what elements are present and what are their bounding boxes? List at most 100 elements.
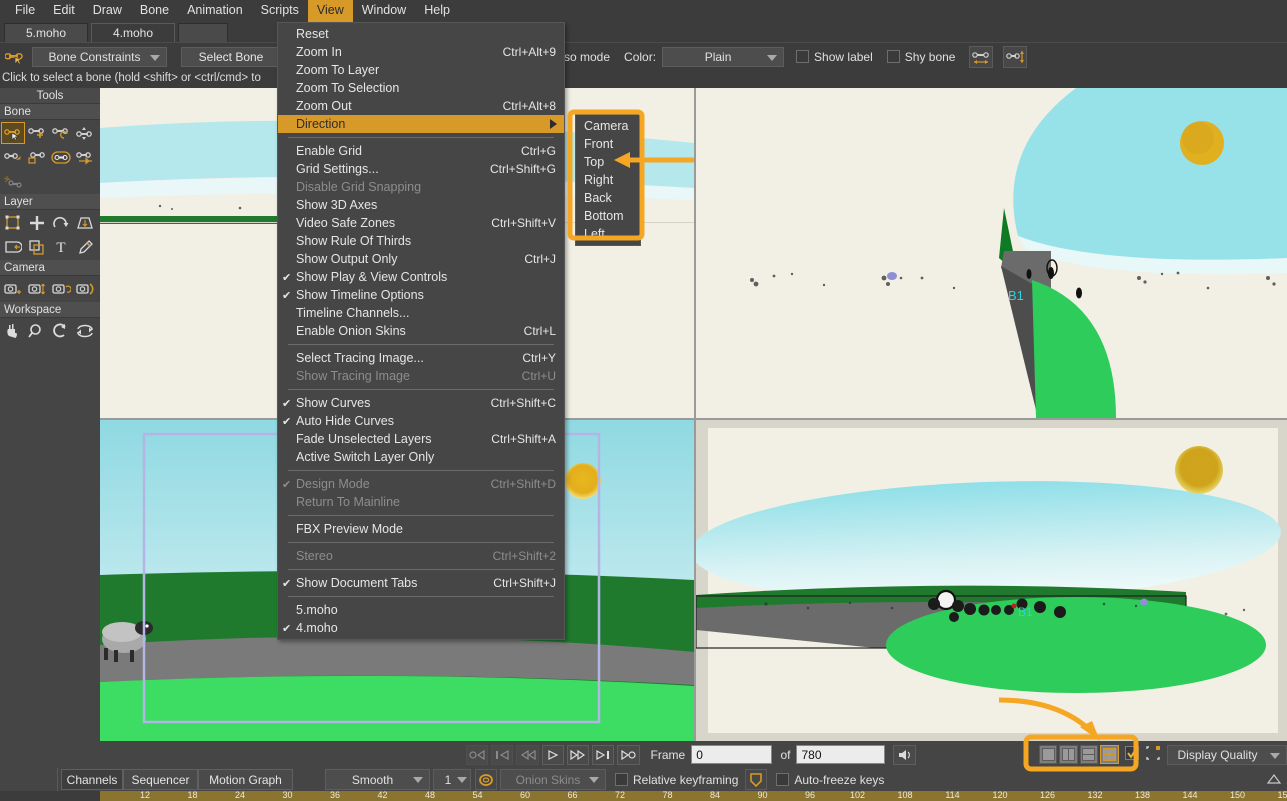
direction-submenu[interactable]: Camera Front Top Right Back Bottom Left xyxy=(575,114,641,246)
auto-freeze-keys-checkbox[interactable] xyxy=(776,773,790,786)
relative-keyframing-row[interactable]: Relative keyframing xyxy=(615,773,738,787)
direction-item-camera[interactable]: Camera xyxy=(576,117,640,135)
direction-item-right[interactable]: Right xyxy=(576,171,640,189)
step-back-button[interactable] xyxy=(516,744,539,765)
menu-item-zoom-to-layer[interactable]: Zoom To Layer xyxy=(278,61,564,79)
shy-bone-checkbox-row[interactable]: Shy bone xyxy=(886,50,955,64)
relative-keyframing-checkbox[interactable] xyxy=(615,773,628,786)
menu-item-show-curves[interactable]: ✔ Show Curves Ctrl+Shift+C xyxy=(278,394,564,412)
set-origin-icon[interactable] xyxy=(25,236,49,258)
camera-pan-tilt-icon[interactable] xyxy=(73,278,97,300)
menu-item-fbx-preview-mode[interactable]: FBX Preview Mode xyxy=(278,520,564,538)
pan-hand-icon[interactable] xyxy=(1,320,25,342)
menu-item-select-tracing-image[interactable]: Select Tracing Image... Ctrl+Y xyxy=(278,349,564,367)
bounding-box-icon[interactable] xyxy=(1145,745,1161,764)
menu-item-show-timeline-options[interactable]: ✔ Show Timeline Options xyxy=(278,286,564,304)
menu-edit[interactable]: Edit xyxy=(44,0,84,22)
manipulate-bones-icon[interactable] xyxy=(1,146,25,168)
menu-item-zoom-in[interactable]: Zoom In Ctrl+Alt+9 xyxy=(278,43,564,61)
menu-item-5-moho[interactable]: 5.moho xyxy=(278,601,564,619)
menu-window[interactable]: Window xyxy=(353,0,415,22)
bone-height-icon[interactable] xyxy=(1003,45,1028,68)
shear-layer-icon[interactable] xyxy=(73,212,97,234)
camera-zoom-icon[interactable] xyxy=(25,278,49,300)
menu-item-show-play-view-controls[interactable]: ✔ Show Play & View Controls xyxy=(278,268,564,286)
document-tab-4moho[interactable]: 4.moho xyxy=(91,23,175,42)
menu-item-show-3d-axes[interactable]: Show 3D Axes xyxy=(278,196,564,214)
flip-layer-icon[interactable] xyxy=(1,236,25,258)
transform-layer-icon[interactable] xyxy=(1,212,25,234)
menu-item-direction[interactable]: Direction xyxy=(278,115,564,133)
direction-item-front[interactable]: Front xyxy=(576,135,640,153)
interpolation-dropdown[interactable]: Smooth xyxy=(325,769,430,790)
bone-strength-icon[interactable] xyxy=(73,122,97,144)
menu-item-zoom-out[interactable]: Zoom Out Ctrl+Alt+8 xyxy=(278,97,564,115)
shy-bone-checkbox[interactable] xyxy=(886,50,900,63)
previous-keyframe-button[interactable] xyxy=(466,744,489,765)
menu-item-auto-hide-curves[interactable]: ✔ Auto Hide Curves xyxy=(278,412,564,430)
menu-item-show-rule-of-thirds[interactable]: Show Rule Of Thirds xyxy=(278,232,564,250)
menu-item-timeline-channels[interactable]: Timeline Channels... xyxy=(278,304,564,322)
show-label-checkbox[interactable] xyxy=(796,50,810,63)
layout-two-rows[interactable] xyxy=(1079,745,1099,764)
fast-forward-button[interactable] xyxy=(566,744,590,765)
text-tool-icon[interactable]: T xyxy=(49,236,73,258)
select-bone-button[interactable]: Select Bone xyxy=(181,46,281,67)
menu-item-zoom-to-selection[interactable]: Zoom To Selection xyxy=(278,79,564,97)
menu-item-4-moho[interactable]: ✔ 4.moho xyxy=(278,619,564,637)
layout-single-view[interactable] xyxy=(1039,745,1058,764)
display-quality-dropdown[interactable]: Display Quality xyxy=(1166,744,1287,765)
menu-item-reset[interactable]: Reset xyxy=(278,25,564,43)
orbit-workspace-icon[interactable] xyxy=(73,320,97,342)
menu-item-show-document-tabs[interactable]: ✔ Show Document Tabs Ctrl+Shift+J xyxy=(278,574,564,592)
menu-scripts[interactable]: Scripts xyxy=(252,0,308,22)
play-button[interactable] xyxy=(541,744,564,765)
triangle-up-icon[interactable] xyxy=(1266,773,1282,787)
shield-icon[interactable] xyxy=(745,769,768,790)
speaker-icon[interactable] xyxy=(893,744,916,765)
loop-button[interactable] xyxy=(617,744,640,765)
bone-color-dropdown[interactable]: Plain xyxy=(662,46,785,67)
bone-dynamics-icon[interactable] xyxy=(1,170,25,192)
menu-item-grid-settings[interactable]: Grid Settings... Ctrl+Shift+G xyxy=(278,160,564,178)
auto-freeze-keys-row[interactable]: Auto-freeze keys xyxy=(776,773,884,787)
bone-width-icon[interactable] xyxy=(969,45,994,68)
direction-item-back[interactable]: Back xyxy=(576,189,640,207)
zoom-magnifier-icon[interactable] xyxy=(25,320,49,342)
timeline-ruler[interactable]: 12 18 24 30 36 42 48 54 60 66 72 78 84 90 96 102 108 114 1… xyxy=(100,791,1287,801)
menu-help[interactable]: Help xyxy=(415,0,459,22)
move-layer-icon[interactable] xyxy=(25,212,49,234)
add-bone-icon[interactable] xyxy=(25,122,49,144)
tab-motion-graph[interactable]: Motion Graph xyxy=(198,769,293,790)
layout-two-columns[interactable] xyxy=(1059,745,1078,764)
view-menu-dropdown[interactable]: Reset Zoom In Ctrl+Alt+9 Zoom To Layer Zoom … xyxy=(277,22,565,640)
bone-constraints-dropdown[interactable]: Bone Constraints xyxy=(32,46,167,67)
view-toggle-checkbox[interactable] xyxy=(1124,746,1139,763)
menu-bone[interactable]: Bone xyxy=(131,0,178,22)
menu-view[interactable]: View xyxy=(307,0,353,22)
document-tab-5moho[interactable]: 5.moho xyxy=(4,23,88,42)
menu-item-enable-grid[interactable]: Enable Grid Ctrl+G xyxy=(278,142,564,160)
bind-layer-icon[interactable] xyxy=(25,146,49,168)
rewind-to-start-button[interactable] xyxy=(491,744,514,765)
reparent-bone-icon[interactable] xyxy=(49,122,73,144)
frame-input[interactable]: 0 xyxy=(691,745,773,764)
rotate-workspace-icon[interactable] xyxy=(49,320,73,342)
layout-quad-view[interactable] xyxy=(1100,745,1119,764)
select-bone-icon[interactable] xyxy=(1,122,25,144)
menu-animation[interactable]: Animation xyxy=(178,0,252,22)
direction-item-top[interactable]: Top xyxy=(576,153,640,171)
offset-bone-icon[interactable] xyxy=(73,146,97,168)
menu-item-fade-unselected-layers[interactable]: Fade Unselected Layers Ctrl+Shift+A xyxy=(278,430,564,448)
direction-item-bottom[interactable]: Bottom xyxy=(576,207,640,225)
menu-item-enable-onion-skins[interactable]: Enable Onion Skins Ctrl+L xyxy=(278,322,564,340)
menu-item-video-safe-zones[interactable]: Video Safe Zones Ctrl+Shift+V xyxy=(278,214,564,232)
onion-skins-dropdown[interactable]: Onion Skins xyxy=(500,769,606,790)
camera-roll-icon[interactable] xyxy=(49,278,73,300)
show-label-checkbox-row[interactable]: Show label xyxy=(796,50,873,64)
direction-item-left[interactable]: Left xyxy=(576,225,640,243)
bind-points-icon[interactable] xyxy=(49,146,73,168)
tab-sequencer[interactable]: Sequencer xyxy=(123,769,198,790)
step-forward-button[interactable] xyxy=(592,744,615,765)
menu-item-show-output-only[interactable]: Show Output Only Ctrl+J xyxy=(278,250,564,268)
